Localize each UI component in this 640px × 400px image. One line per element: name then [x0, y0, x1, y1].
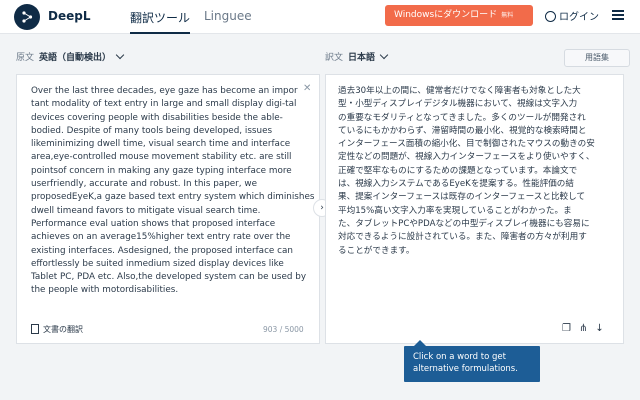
target-line[interactable]: 定性などの問題が、視線入力インターフェースをより使いやすく、: [338, 151, 620, 164]
source-line: tant modality of text entry in large and…: [31, 99, 297, 110]
download-windows-button[interactable]: Windowsにダウンロード 無料: [385, 5, 533, 26]
deepl-logo-icon[interactable]: [14, 4, 40, 30]
user-icon: [545, 11, 556, 22]
target-line[interactable]: の重要なモダリティとなってきました。多くのツールが開発され: [338, 112, 620, 125]
clear-text-icon[interactable]: ✕: [303, 83, 311, 94]
chevron-down-icon: [379, 50, 389, 60]
document-icon: [31, 324, 39, 334]
target-line[interactable]: インターフェース面積の縮小化、目で制御されたマウスの動きの安: [338, 138, 620, 151]
copy-icon[interactable]: ❐: [562, 323, 571, 334]
glossary-button[interactable]: 用語集: [564, 49, 630, 67]
share-icon[interactable]: ⋔: [579, 323, 587, 334]
source-line: Over the last three decades, eye gaze ha…: [31, 86, 298, 96]
source-line: Tablet PC, PDA etc. Also,the developed s…: [31, 272, 307, 283]
target-text-panel: 過去30年以上の間に、健常者だけでなく障害者も対象とした大 型・小型ディスプレイ…: [325, 74, 624, 344]
source-line: userfriendly, accurate and robust. In th…: [31, 179, 257, 190]
target-line[interactable]: 平均15%高い文字入力率を実現していることがわかった。ま: [338, 205, 620, 218]
login-label: ログイン: [559, 12, 599, 23]
login-button[interactable]: ログイン: [545, 8, 599, 23]
source-line: Performance eval uation shows that propo…: [31, 218, 276, 229]
download-button-label: Windowsにダウンロード: [394, 10, 498, 20]
document-button-label: 文書の翻訳: [43, 325, 83, 334]
source-text-panel[interactable]: Over the last three decades, eye gaze ha…: [16, 74, 320, 344]
brand-name[interactable]: DeepL: [48, 9, 90, 23]
translation-actions: ❐ ⋔ ↓: [562, 323, 612, 334]
source-line: devices covering people with disabilitie…: [31, 112, 283, 123]
source-language: 英語（自動検出）: [39, 53, 112, 63]
target-label: 訳文: [325, 53, 344, 63]
tab-translator[interactable]: 翻訳ツール: [130, 9, 191, 34]
translation-output[interactable]: 過去30年以上の間に、健常者だけでなく障害者も対象とした大 型・小型ディスプレイ…: [338, 85, 620, 258]
target-line[interactable]: は、視線入力システムであるEyeKを提案する。性能評価の結: [338, 178, 620, 191]
tab-linguee[interactable]: Linguee: [204, 9, 252, 23]
target-line[interactable]: 過去30年以上の間に、健常者だけでなく障害者も対象とした大: [338, 85, 620, 98]
target-line[interactable]: 型・小型ディスプレイデジタル機器において、視線は文字入力: [338, 98, 620, 111]
source-line: bodied. Despite of many tools being deve…: [31, 125, 273, 136]
source-line: pointsof concern in making any gaze typi…: [31, 165, 292, 176]
logo-glyph-icon: [22, 11, 33, 23]
top-bar: DeepL 翻訳ツール Linguee Windowsにダウンロード 無料 ログイ…: [0, 0, 640, 34]
source-line: dwell timeand favors to mitigate visual …: [31, 205, 261, 216]
translate-document-button[interactable]: 文書の翻訳: [31, 324, 83, 335]
source-line: existing interfaces. Asdesigned, the pro…: [31, 245, 293, 256]
source-line: effortlessly be suited inmedium sized di…: [31, 258, 284, 269]
free-badge: 無料: [501, 12, 514, 19]
source-line: likeminimizing dwell time, visual search…: [31, 139, 291, 150]
alternatives-tooltip: Click on a word to get alternative formu…: [404, 340, 540, 382]
download-icon[interactable]: ↓: [595, 323, 603, 334]
chevron-down-icon: [115, 50, 125, 60]
target-line[interactable]: 果、提案インターフェースは既存のインターフェースと比較して: [338, 191, 620, 204]
target-language: 日本語: [348, 53, 376, 63]
source-line: the people with motordisabilities.: [31, 285, 179, 296]
source-language-selector[interactable]: 原文 英語（自動検出）: [16, 50, 125, 63]
source-line: area,eye-controlled mouse movement stabi…: [31, 152, 292, 163]
hamburger-menu-icon[interactable]: [612, 10, 624, 20]
character-count: 903 / 5000: [263, 325, 304, 334]
target-line[interactable]: 対応できるように設計されている。また、障害者の方々が利用す: [338, 231, 620, 244]
target-language-selector[interactable]: 訳文 日本語: [325, 50, 389, 63]
target-line[interactable]: 正確で堅牢なものにするための課題となっています。本論文で: [338, 165, 620, 178]
target-line[interactable]: ることができます。: [338, 245, 620, 258]
source-textarea[interactable]: Over the last three decades, eye gaze ha…: [31, 85, 315, 298]
source-line: proposedEyeK,a gaze based text entry sys…: [31, 192, 315, 203]
target-line[interactable]: ているにもかかわらず、滞留時間の最小化、視覚的な検索時間と: [338, 125, 620, 138]
source-label: 原文: [16, 53, 35, 63]
source-line: achieves on an average15%higher text ent…: [31, 232, 291, 243]
target-line[interactable]: た、タブレットPCやPDAなどの中型ディスプレイ機器にも容易に: [338, 218, 620, 231]
